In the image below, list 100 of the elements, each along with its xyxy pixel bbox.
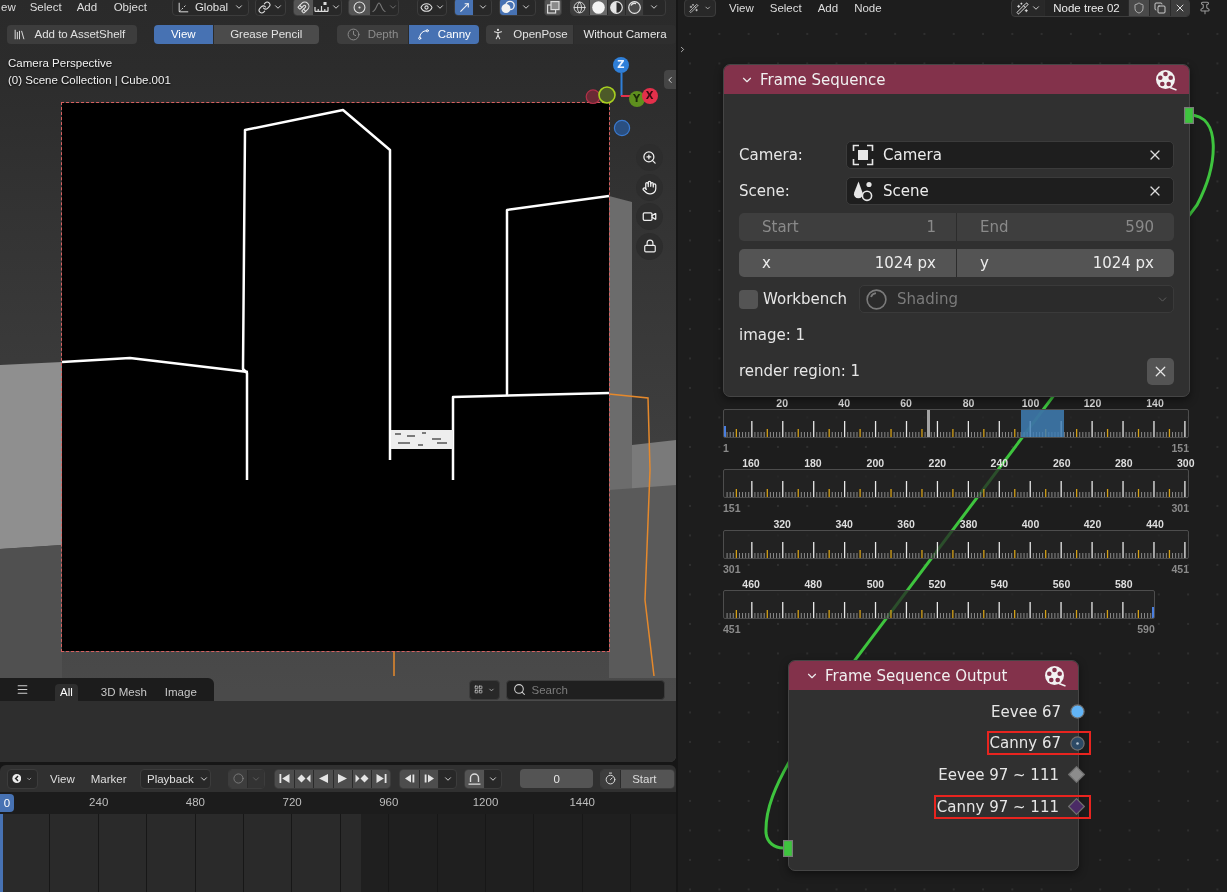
camera-frame-icon <box>852 144 874 166</box>
film-reel-icon <box>1044 664 1066 687</box>
dial-icon <box>11 771 22 786</box>
menu-item[interactable]: ew <box>1 0 16 16</box>
arch-icon <box>468 772 482 785</box>
xray-toggle[interactable] <box>544 0 563 16</box>
scene-shapes-icon <box>852 180 874 202</box>
search-icon <box>512 683 526 696</box>
close-icon <box>1174 2 1186 14</box>
chevron-down-icon <box>1030 3 1041 13</box>
chevron-left-icon <box>665 74 675 85</box>
tab[interactable]: Canny <box>408 24 479 44</box>
menu-item[interactable]: View <box>50 769 75 788</box>
proportional-edit-toggle[interactable] <box>349 0 371 15</box>
snap-target-dropdown[interactable] <box>312 0 341 15</box>
playback-control-button[interactable] <box>370 769 391 788</box>
ruler-label: 60 <box>900 396 912 409</box>
gizmo-toggle[interactable] <box>455 0 474 15</box>
step-forward-icon <box>423 773 435 784</box>
timer-button[interactable] <box>601 769 621 788</box>
duplicate-button[interactable] <box>1149 0 1170 16</box>
ruler-label: 301 <box>723 562 741 576</box>
ruler-label: 460 <box>742 578 760 590</box>
snap-toggle[interactable] <box>293 0 313 15</box>
ruler-ticks-icon <box>313 2 329 12</box>
ruler-label: 720 <box>282 796 302 809</box>
socket-label: Canny 97 ~ 111 <box>936 796 1059 817</box>
menu-item[interactable]: Select <box>769 0 802 17</box>
chevron-down-icon <box>233 2 244 12</box>
pivot-dropdown[interactable] <box>255 0 287 16</box>
playback-control-button[interactable] <box>294 769 314 788</box>
menu-item[interactable]: Add <box>76 0 98 16</box>
ruler-label: 451 <box>723 623 741 636</box>
playback-control-button[interactable] <box>332 769 352 788</box>
menu-item[interactable]: Marker <box>90 769 127 788</box>
ruler-label: 590 <box>1137 623 1155 636</box>
shield-icon <box>1133 2 1145 14</box>
add-to-shelf-button[interactable]: Add to AssetShelf <box>6 24 137 44</box>
menu-icon[interactable] <box>16 683 29 696</box>
tab[interactable]: Image <box>159 684 202 701</box>
menu-item[interactable]: Object <box>113 0 147 16</box>
pose-button[interactable]: OpenPose <box>486 24 573 44</box>
fake-user-button[interactable] <box>1128 0 1149 16</box>
axis-handle[interactable]: Z <box>613 57 629 73</box>
start-frame-field[interactable]: Start <box>620 769 675 788</box>
shading-mode-button[interactable] <box>570 0 589 15</box>
display-mode-dropdown[interactable] <box>468 679 500 700</box>
chevron-right-icon[interactable] <box>678 45 687 54</box>
bell-curve-icon <box>371 2 386 12</box>
playhead[interactable]: 0 <box>0 793 14 812</box>
orientation-dropdown[interactable]: Global <box>171 0 249 16</box>
copy-icon <box>1154 2 1166 14</box>
menu-item[interactable]: Node <box>854 0 882 17</box>
lock-icon <box>642 239 657 253</box>
field-label: Scene: <box>739 182 791 200</box>
unlink-button[interactable] <box>1170 0 1189 16</box>
playback-control-button[interactable] <box>313 769 333 788</box>
menu-item[interactable]: View <box>729 0 754 17</box>
editor-type-dropdown[interactable] <box>6 768 38 789</box>
visibility-dropdown[interactable] <box>417 0 448 16</box>
node-tree-name-field[interactable]: Node tree 02 <box>1044 0 1128 16</box>
step-forward-button[interactable] <box>419 769 439 788</box>
tab[interactable]: All <box>55 684 78 701</box>
circle-dot-icon <box>353 0 367 14</box>
playback-control-button[interactable] <box>351 769 371 788</box>
stopwatch-icon <box>604 772 618 785</box>
ruler-label: 260 <box>1053 457 1071 469</box>
tab[interactable]: Grease Pencil <box>212 24 319 44</box>
current-frame-field[interactable]: 0 <box>520 769 594 788</box>
eye-icon <box>419 0 433 14</box>
ruler-label: 220 <box>928 457 947 469</box>
step-back-button[interactable] <box>400 769 420 788</box>
sidebar-toggle[interactable] <box>664 70 676 89</box>
checkbox[interactable] <box>739 289 758 309</box>
grid-icon <box>473 683 483 696</box>
axis-handle[interactable]: Y <box>628 91 645 107</box>
chevron-down-icon <box>649 2 660 12</box>
playback-control-button[interactable] <box>275 769 295 788</box>
axis-handle[interactable]: X <box>641 87 658 104</box>
pan-button[interactable] <box>636 173 663 201</box>
hand-icon <box>642 179 657 195</box>
collection-label: (0) Scene Collection | Cube.001 <box>8 74 171 87</box>
search-field[interactable]: Search <box>505 679 665 700</box>
menu-item[interactable]: Add <box>817 0 839 17</box>
playback-dropdown[interactable]: Playback <box>140 768 211 789</box>
camera-view-button[interactable] <box>636 203 663 230</box>
tab[interactable]: 3D Mesh <box>95 684 152 701</box>
lock-button[interactable] <box>636 232 663 260</box>
menu-item[interactable]: Select <box>29 0 62 16</box>
number-field[interactable]: x 1024 px <box>739 249 956 277</box>
close-button[interactable] <box>1147 357 1174 385</box>
ruler-label: 520 <box>928 578 946 590</box>
pin-icon[interactable] <box>1198 1 1212 15</box>
number-field[interactable]: y 1024 px <box>956 249 1174 277</box>
keying-button[interactable] <box>465 769 485 788</box>
tab[interactable]: View <box>154 24 213 44</box>
camera-field[interactable]: Camera <box>846 141 1174 169</box>
overlay-toggle[interactable] <box>499 0 517 15</box>
scene-field[interactable]: Scene <box>846 177 1174 205</box>
editor-type-dropdown[interactable] <box>684 0 716 17</box>
